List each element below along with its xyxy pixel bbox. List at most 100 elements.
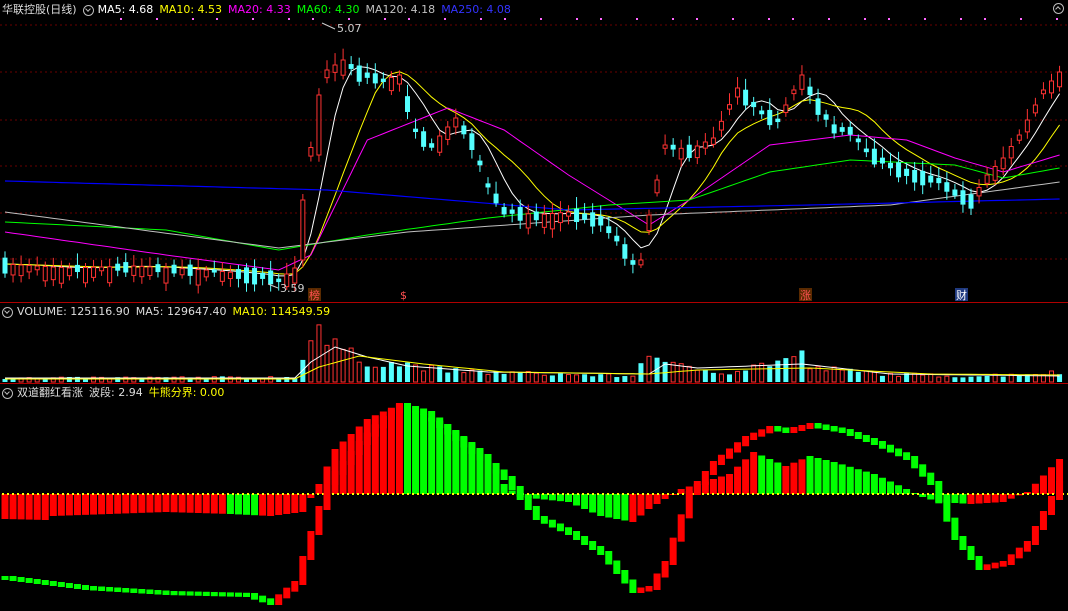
zero-line-dot xyxy=(567,493,569,495)
indicator-histogram-bar xyxy=(999,494,1007,502)
volume-bar xyxy=(485,373,491,383)
zero-line-dot xyxy=(807,493,809,495)
zero-line-dot xyxy=(297,493,299,495)
candle-body xyxy=(332,64,338,73)
zero-line-dot xyxy=(947,493,949,495)
zero-line-dot xyxy=(747,493,749,495)
expand-menu-icon[interactable] xyxy=(2,306,13,318)
indicator-step-segment xyxy=(154,590,162,595)
volume-bar xyxy=(638,363,644,382)
volume-bar xyxy=(984,375,990,382)
volume-bar xyxy=(332,338,338,383)
volume-bar xyxy=(356,361,362,383)
candle-body xyxy=(888,162,893,169)
candle-body xyxy=(203,269,209,278)
candle-body xyxy=(525,213,531,229)
volume-bar xyxy=(735,370,741,383)
indicator-histogram-bar xyxy=(218,494,226,514)
candle-body xyxy=(18,264,24,277)
indicator-histogram-bar xyxy=(299,494,307,512)
volume-bar xyxy=(791,356,797,383)
candle-body xyxy=(557,212,563,224)
zero-line-dot xyxy=(92,493,94,495)
volume-bar xyxy=(348,347,354,383)
indicator-step-segment xyxy=(862,435,870,442)
volume-bar xyxy=(710,372,716,382)
indicator-chart-pane[interactable]: 双道翻红看涨 波段: 2.94 牛熊分界: 0.00 xyxy=(0,383,1068,611)
zero-line-dot xyxy=(7,493,9,495)
zero-line-dot xyxy=(662,493,664,495)
candle-body xyxy=(50,266,56,281)
zero-line-dot xyxy=(982,493,984,495)
indicator-histogram-bar xyxy=(975,494,983,504)
candle-body xyxy=(195,269,201,286)
volume-ma10-label: MA10: 114549.59 xyxy=(232,305,331,318)
price-chart-pane[interactable]: 5.07 3.59 榜 $ 涨 财 华联控股(日线) MA5: 4.68 MA10: 4.… xyxy=(0,0,1068,302)
indicator-step-segment xyxy=(355,441,363,455)
indicator-histogram-bar xyxy=(581,494,589,509)
volume-bar xyxy=(380,366,386,382)
indicator-histogram-bar xyxy=(25,494,33,520)
indicator-step-segment xyxy=(878,441,886,449)
candle-body xyxy=(718,120,724,131)
zero-line-dot xyxy=(602,493,604,495)
candle-body xyxy=(984,174,990,184)
volume-bar xyxy=(783,358,789,382)
zero-line-dot xyxy=(892,493,894,495)
indicator-step-segment xyxy=(259,595,267,603)
indicator-histogram-bar xyxy=(98,494,106,515)
collapse-icon[interactable] xyxy=(1053,3,1064,14)
indicator-step-segment xyxy=(846,429,854,436)
indicator-step-segment xyxy=(492,463,500,474)
price-chart-canvas[interactable]: 5.07 3.59 榜 $ 涨 财 xyxy=(0,0,1068,302)
indicator-step-segment xyxy=(629,579,637,593)
indicator-chart-canvas[interactable] xyxy=(0,383,1068,611)
zero-line-dot xyxy=(572,493,574,495)
indicator-histogram-bar xyxy=(138,494,146,513)
candle-body xyxy=(445,126,451,140)
zero-line-dot xyxy=(147,493,149,495)
candle-body xyxy=(775,118,781,123)
indicator-step-segment xyxy=(967,546,975,560)
expand-menu-icon[interactable] xyxy=(82,4,94,16)
volume-bar xyxy=(493,371,499,382)
indicator-step-segment xyxy=(653,573,661,590)
indicator-step-segment xyxy=(210,592,218,597)
indicator-histogram-bar xyxy=(653,494,661,504)
zero-line-dot xyxy=(622,493,624,495)
indicator-histogram-bar xyxy=(291,494,299,513)
volume-bar xyxy=(590,376,596,382)
event-marker: 涨 xyxy=(800,289,811,302)
indicator-step-segment xyxy=(363,432,371,445)
zero-line-dot xyxy=(1027,493,1029,495)
candle-body xyxy=(614,235,620,242)
indicator-step-segment xyxy=(999,561,1007,567)
indicator-step-segment xyxy=(1048,496,1055,515)
volume-chart-pane[interactable]: VOLUME: 125116.90 MA5: 129647.40 MA10: 1… xyxy=(0,302,1068,383)
indicator-step-segment xyxy=(251,593,259,600)
expand-menu-icon[interactable] xyxy=(2,387,13,399)
zero-line-dot xyxy=(857,493,859,495)
indicator-histogram-bar xyxy=(887,481,894,494)
event-marker: 榜 xyxy=(309,288,320,302)
indicator-step-segment xyxy=(830,426,838,432)
zero-line-dot xyxy=(1012,493,1014,495)
volume-bar xyxy=(871,371,877,383)
indicator-histogram-bar xyxy=(210,494,218,514)
zero-line-dot xyxy=(482,493,484,495)
indicator-step-segment xyxy=(661,561,669,578)
candle-body xyxy=(509,209,515,214)
candle-body xyxy=(904,168,910,176)
indicator-histogram-bar xyxy=(717,476,725,494)
volume-bar xyxy=(952,377,958,382)
indicator-step-segment xyxy=(581,536,589,545)
indicator-step-segment xyxy=(532,506,540,520)
candle-body xyxy=(123,262,129,273)
indicator-step-segment xyxy=(130,588,138,593)
volume-bar xyxy=(614,377,620,382)
zero-line-dot xyxy=(427,493,429,495)
zero-line-dot xyxy=(627,493,629,495)
zero-line-dot xyxy=(137,493,139,495)
indicator-histogram-bar xyxy=(758,455,766,494)
candle-body xyxy=(115,263,121,271)
